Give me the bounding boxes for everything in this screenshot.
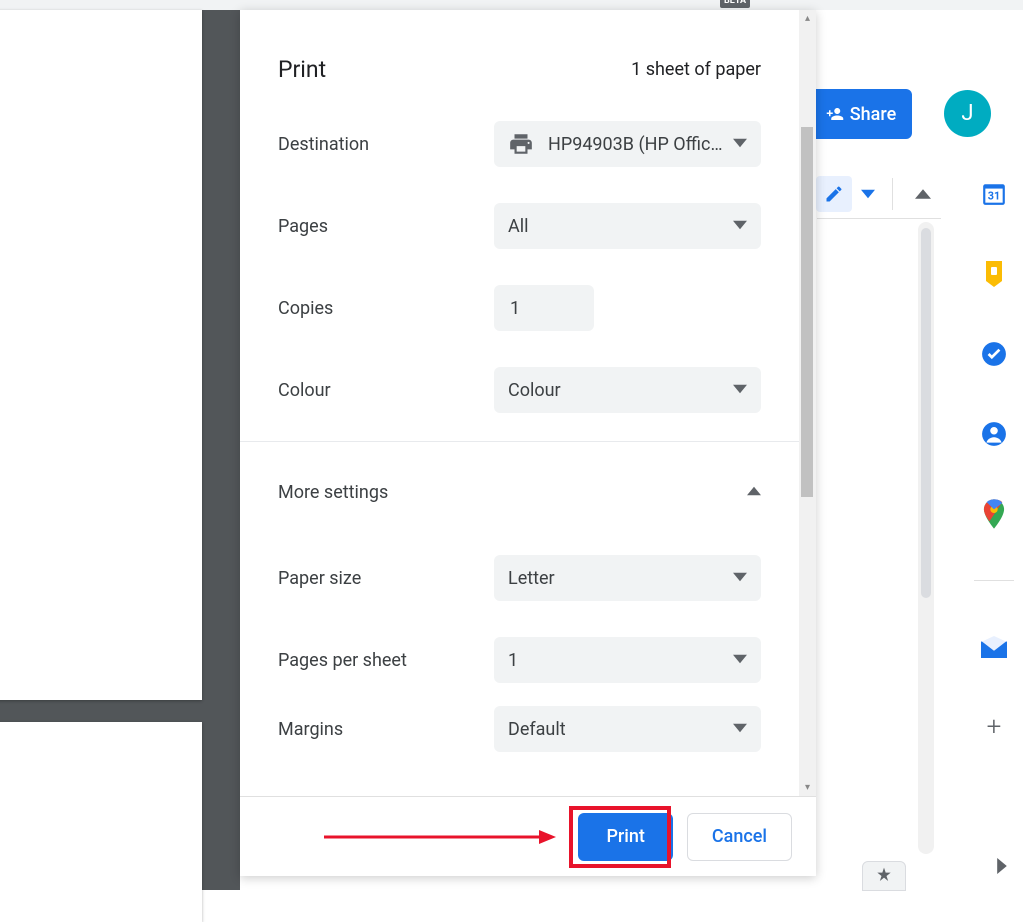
- destination-value: HP94903B (HP OfficeJ: [548, 134, 728, 155]
- copies-input[interactable]: 1: [494, 285, 594, 331]
- chevron-down-icon: [733, 719, 747, 740]
- pages-per-sheet-select[interactable]: 1: [494, 637, 761, 683]
- copies-value: 1: [510, 298, 520, 319]
- dialog-scrollbar[interactable]: ▴ ▾: [799, 10, 816, 796]
- scrollbar-thumb[interactable]: [921, 228, 931, 598]
- chevron-down-icon: [733, 568, 747, 589]
- chevron-down-icon: [733, 134, 747, 155]
- dialog-divider: [240, 441, 799, 442]
- pages-label: Pages: [278, 216, 494, 237]
- chevron-down-icon: [733, 650, 747, 671]
- beta-badge: BETA: [720, 0, 750, 8]
- chevron-up-icon: [915, 189, 931, 199]
- inbox-icon[interactable]: [980, 633, 1008, 661]
- margins-label: Margins: [278, 719, 494, 740]
- more-settings-label: More settings: [278, 482, 388, 503]
- editing-mode-toolbar: [816, 172, 941, 216]
- share-button[interactable]: Share: [810, 89, 912, 139]
- scroll-down-icon[interactable]: ▾: [799, 779, 816, 796]
- browser-toolbar: BETA: [0, 0, 1023, 10]
- paper-size-select[interactable]: Letter: [494, 555, 761, 601]
- destination-label: Destination: [278, 134, 494, 155]
- more-settings-toggle[interactable]: More settings: [278, 452, 761, 537]
- annotation-arrow: [324, 827, 564, 847]
- scrollbar-thumb[interactable]: [801, 127, 813, 497]
- person-add-icon: [826, 105, 844, 123]
- pages-select[interactable]: All: [494, 203, 761, 249]
- chevron-down-icon: [733, 216, 747, 237]
- print-button[interactable]: Print: [578, 813, 672, 861]
- print-dialog-title: Print: [278, 56, 326, 83]
- margins-value: Default: [508, 719, 566, 740]
- printer-icon: [508, 131, 534, 157]
- print-button-label: Print: [606, 826, 644, 847]
- pages-per-sheet-value: 1: [508, 650, 518, 671]
- maps-icon[interactable]: [980, 500, 1008, 528]
- document-scrollbar[interactable]: [918, 222, 934, 854]
- paper-size-value: Letter: [508, 568, 555, 589]
- svg-text:31: 31: [988, 189, 1000, 202]
- chevron-down-icon: [861, 187, 875, 201]
- editing-mode-button[interactable]: [816, 176, 852, 212]
- chevron-up-icon: [747, 483, 761, 502]
- scroll-up-icon[interactable]: ▴: [799, 10, 816, 27]
- margins-select[interactable]: Default: [494, 706, 761, 752]
- cancel-button-label: Cancel: [712, 826, 767, 847]
- paper-size-label: Paper size: [278, 568, 494, 589]
- colour-value: Colour: [508, 380, 561, 401]
- explore-icon: [874, 866, 894, 886]
- pages-value: All: [508, 216, 529, 237]
- add-on-plus-icon[interactable]: +: [980, 713, 1008, 741]
- colour-label: Colour: [278, 380, 494, 401]
- preview-page-1: [0, 10, 202, 700]
- tasks-icon[interactable]: [980, 340, 1008, 368]
- chevron-down-icon: [733, 380, 747, 401]
- avatar[interactable]: J: [944, 90, 991, 137]
- colour-select[interactable]: Colour: [494, 367, 761, 413]
- keep-icon[interactable]: [980, 260, 1008, 288]
- avatar-initial: J: [961, 101, 973, 126]
- toolbar-divider: [892, 178, 893, 210]
- destination-select[interactable]: HP94903B (HP OfficeJ: [494, 121, 761, 167]
- pages-per-sheet-label: Pages per sheet: [278, 650, 494, 671]
- collapse-toolbar-button[interactable]: [905, 176, 941, 212]
- calendar-icon[interactable]: 31: [980, 180, 1008, 208]
- hide-side-panel-button[interactable]: [997, 855, 1007, 879]
- print-preview-pane: [0, 10, 240, 890]
- pencil-icon: [824, 184, 844, 204]
- editing-mode-dropdown[interactable]: [856, 176, 880, 212]
- explore-button[interactable]: [862, 861, 906, 891]
- sheet-count: 1 sheet of paper: [631, 59, 761, 80]
- dialog-footer: Print Cancel: [240, 796, 816, 876]
- copies-label: Copies: [278, 298, 494, 319]
- contacts-icon[interactable]: [980, 420, 1008, 448]
- preview-page-2: [0, 722, 202, 922]
- share-button-label: Share: [850, 104, 896, 125]
- print-dialog: Print 1 sheet of paper Destination HP949…: [240, 10, 816, 876]
- side-panel-divider: [974, 580, 1014, 581]
- side-panel: 31 +: [965, 180, 1023, 741]
- cancel-button[interactable]: Cancel: [687, 813, 792, 861]
